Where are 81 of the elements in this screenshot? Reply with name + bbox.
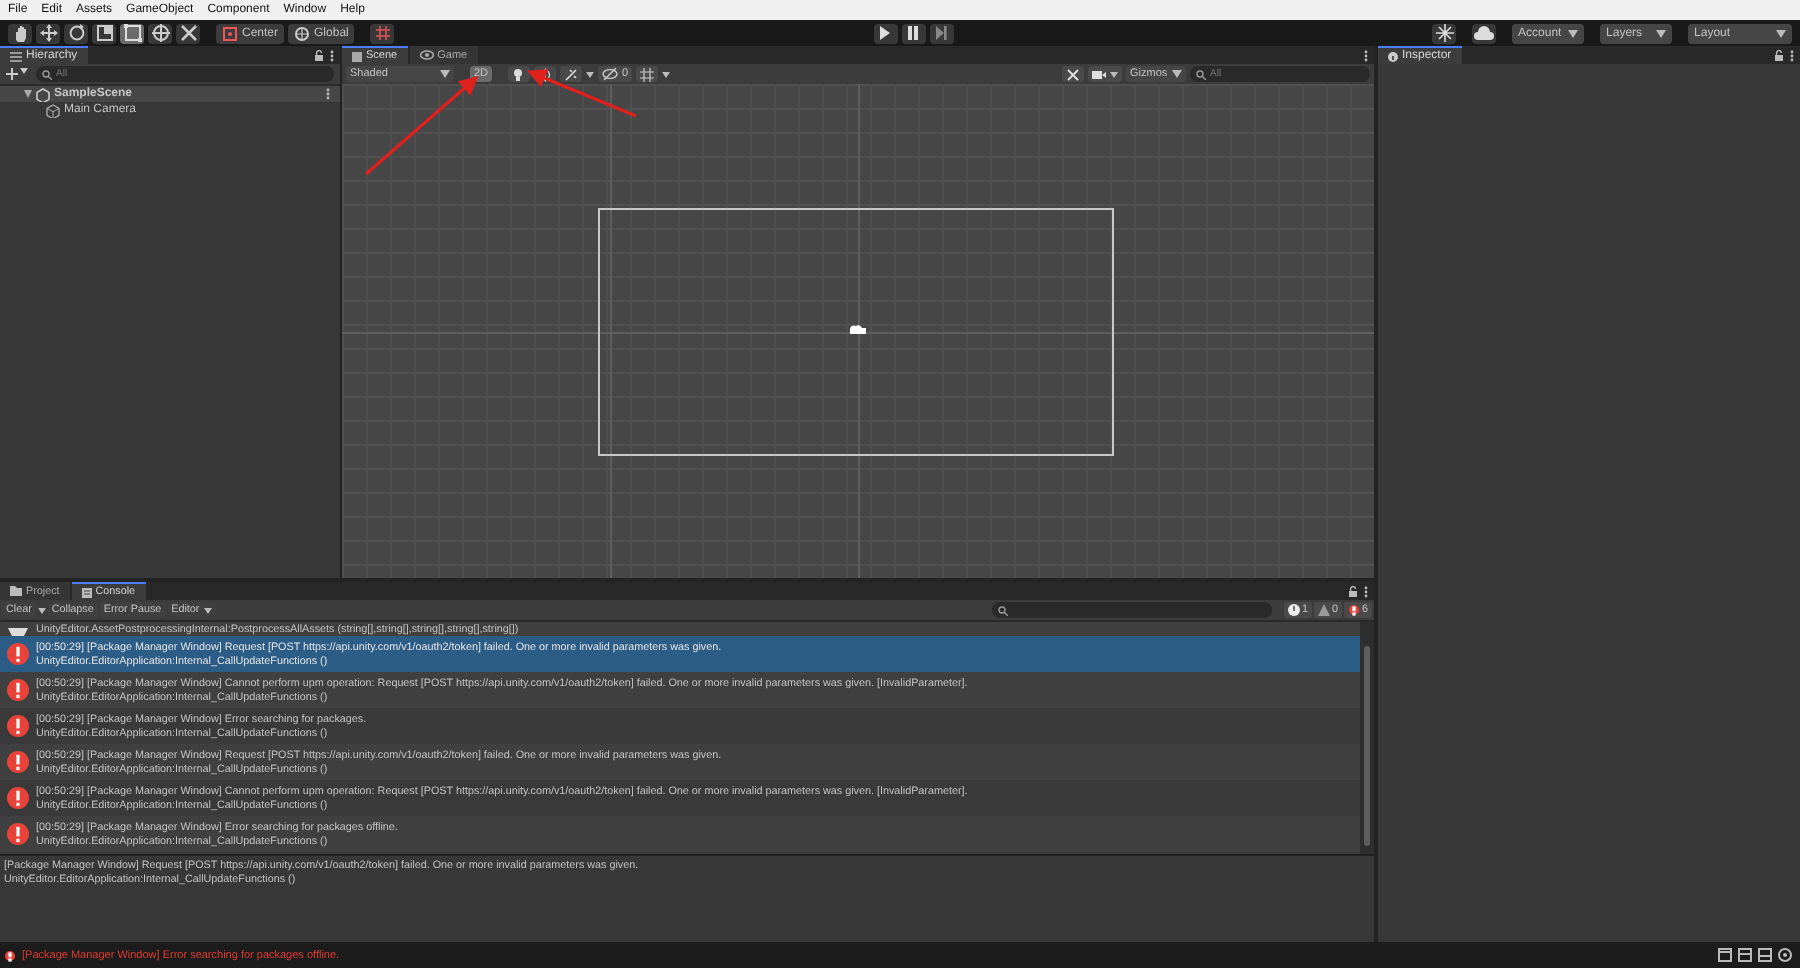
error-icon: [6, 642, 30, 666]
camera-icon: [1092, 69, 1106, 79]
error-icon: [6, 822, 30, 846]
tools-icon: [1066, 67, 1080, 81]
console-entry[interactable]: [0, 672, 1360, 708]
camera-button[interactable]: [1088, 66, 1122, 82]
caret-icon: [20, 68, 28, 74]
pivot-icon: [222, 25, 238, 41]
grid-snap-icon: [373, 24, 392, 42]
error-icon: [6, 786, 30, 810]
info-bubble-icon: [1288, 604, 1300, 616]
pause-button[interactable]: [901, 23, 926, 43]
move-tool-button[interactable]: [36, 23, 60, 43]
pause-icon: [904, 24, 923, 42]
add-button[interactable]: [6, 68, 28, 80]
rotate-tool-button[interactable]: [64, 23, 88, 43]
transform-icon: [149, 22, 171, 44]
info-icon: [1388, 51, 1398, 61]
search-field[interactable]: [992, 602, 1272, 618]
globe-icon: [294, 25, 311, 41]
play-button[interactable]: [873, 23, 898, 43]
custom-icon: [177, 22, 199, 44]
arrow-annotation: [364, 75, 479, 176]
plus-icon: [6, 68, 18, 80]
bulb-icon: [512, 67, 527, 81]
lock-icon: [1774, 49, 1784, 61]
caret-icon: [662, 71, 671, 77]
step-icon: [932, 24, 951, 42]
search-icon: [42, 69, 52, 79]
eye-icon: [419, 50, 434, 60]
error-icon: [1348, 604, 1360, 616]
search-icon: [998, 605, 1008, 615]
scrollbar[interactable]: [1360, 622, 1374, 854]
lighting-toggle[interactable]: [508, 66, 531, 82]
cloud-button[interactable]: [1472, 23, 1497, 43]
grid-button[interactable]: [636, 66, 659, 82]
caret-icon: [37, 607, 46, 613]
effects-toggle[interactable]: [560, 66, 583, 82]
move-icon: [37, 22, 59, 44]
rotate-icon: [65, 22, 87, 44]
rect-tool-button[interactable]: [120, 23, 144, 43]
warning-icon: [1318, 604, 1330, 616]
error-icon: [6, 678, 30, 702]
sparkle-icon: [1435, 24, 1454, 42]
error-icon: [4, 949, 16, 961]
search-icon: [1196, 69, 1206, 79]
custom-tool-button[interactable]: [176, 23, 200, 43]
hand-tool-button[interactable]: [8, 23, 32, 43]
caret-icon: [1776, 29, 1787, 37]
step-button[interactable]: [929, 23, 954, 43]
eye-slash-icon: [602, 68, 619, 80]
expand-arrow-icon[interactable]: [24, 90, 32, 98]
lock-icon: [1348, 585, 1358, 597]
caret-icon: [586, 71, 595, 77]
folder-icon: [10, 586, 22, 596]
scale-tool-button[interactable]: [92, 23, 116, 43]
scale-icon: [93, 22, 115, 44]
collab-button[interactable]: [1432, 23, 1457, 43]
caret-icon: [440, 70, 450, 78]
snap-button[interactable]: [370, 23, 395, 43]
cloud-icon: [1474, 25, 1495, 41]
settings-icon: [1778, 948, 1792, 962]
caret-icon: [1656, 29, 1667, 37]
grid-icon: [640, 67, 655, 81]
caret-icon: [1172, 70, 1182, 78]
caret-icon: [1110, 71, 1118, 77]
effects-icon: [564, 67, 579, 81]
tools-button[interactable]: [1062, 66, 1084, 82]
camera-gizmo-icon: [848, 324, 868, 338]
grid-icon: [352, 51, 362, 61]
transform-tool-button[interactable]: [148, 23, 172, 43]
list-icon: [10, 51, 22, 61]
cube-icon: [46, 103, 60, 117]
lock-icon: [314, 49, 324, 61]
error-icon: [6, 750, 30, 774]
arrow-annotation: [527, 69, 637, 118]
error-icon: [6, 714, 30, 738]
caret-icon: [1568, 29, 1579, 37]
play-icon: [876, 24, 895, 42]
rect-icon: [121, 22, 143, 44]
caret-icon: [203, 607, 212, 613]
